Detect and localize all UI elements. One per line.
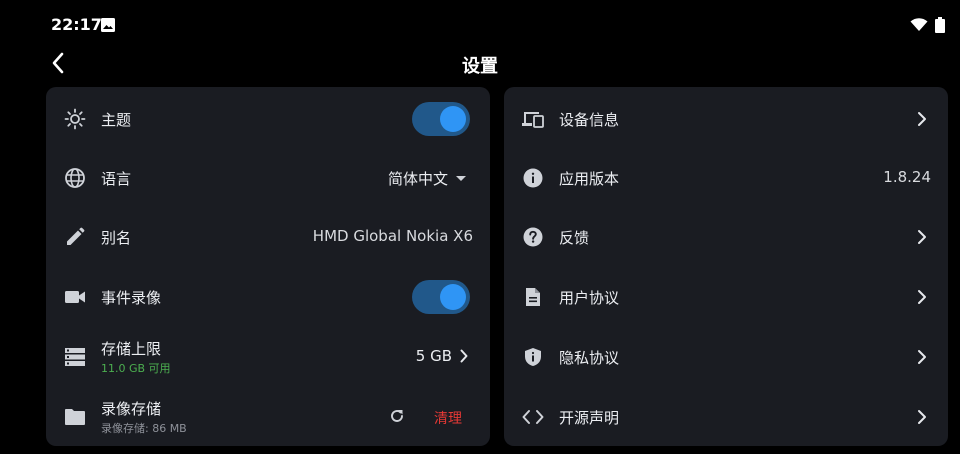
privacy-policy-row[interactable]: 隐私协议 <box>504 327 948 387</box>
chevron-right-icon <box>460 349 468 363</box>
language-dropdown[interactable]: 简体中文 <box>388 168 466 189</box>
refresh-icon <box>391 410 403 422</box>
alias-value: HMD Global Nokia X6 <box>312 227 473 245</box>
event-recording-toggle[interactable] <box>412 280 470 314</box>
refresh-button[interactable] <box>387 406 407 426</box>
device-info-row[interactable]: 设备信息 <box>504 89 948 149</box>
app-version-value: 1.8.24 <box>883 168 931 186</box>
alias-row[interactable]: 别名 HMD Global Nokia X6 <box>46 207 490 267</box>
help-icon <box>521 225 545 249</box>
folder-icon <box>63 405 87 429</box>
document-icon <box>521 285 545 309</box>
language-value: 简体中文 <box>387 170 448 188</box>
storage-available-text: 11.0 GB 可用 <box>101 362 171 375</box>
app-version-row: 应用版本 1.8.24 <box>504 148 948 208</box>
language-row: 语言 简体中文 <box>46 148 490 208</box>
theme-label: 主题 <box>101 111 132 129</box>
chevron-right-icon <box>918 290 926 304</box>
globe-icon <box>63 166 87 190</box>
wifi-icon <box>910 18 928 31</box>
clear-button[interactable]: 清理 <box>434 408 462 428</box>
chevron-right-icon <box>918 230 926 244</box>
storage-limit-selector[interactable]: 5 GB <box>416 347 468 365</box>
page-title: 设置 <box>462 56 498 77</box>
recording-storage-row: 录像存储 录像存储: 86 MB 清理 <box>46 387 490 447</box>
video-camera-icon <box>63 285 87 309</box>
storage-limit-value: 5 GB <box>415 347 452 365</box>
image-icon <box>101 18 115 32</box>
status-time: 22:17 <box>51 15 102 34</box>
alias-label: 别名 <box>101 229 132 247</box>
pencil-icon <box>63 225 87 249</box>
storage-limit-label: 存储上限 <box>101 340 162 358</box>
user-agreement-label: 用户协议 <box>559 289 620 307</box>
chevron-right-icon <box>918 410 926 424</box>
theme-toggle[interactable] <box>412 102 470 136</box>
code-icon <box>521 405 545 429</box>
feedback-label: 反馈 <box>559 229 590 247</box>
shield-icon <box>521 345 545 369</box>
feedback-row[interactable]: 反馈 <box>504 207 948 267</box>
settings-card-right: 设备信息 应用版本 1.8.24 反馈 用户协议 隐私协议 开源声明 <box>504 87 948 446</box>
privacy-policy-label: 隐私协议 <box>559 349 620 367</box>
chevron-right-icon <box>918 350 926 364</box>
recording-storage-size: 录像存储: 86 MB <box>101 422 187 435</box>
theme-row: 主题 <box>46 89 490 149</box>
device-info-label: 设备信息 <box>559 111 620 129</box>
devices-icon <box>521 107 545 131</box>
status-bar: 22:17 <box>0 0 960 50</box>
chevron-right-icon <box>918 112 926 126</box>
event-recording-label: 事件录像 <box>101 289 162 307</box>
toggle-knob <box>440 106 466 132</box>
language-label: 语言 <box>101 170 132 188</box>
open-source-row[interactable]: 开源声明 <box>504 387 948 447</box>
settings-card-left: 主题 语言 简体中文 别名 HMD Global Nokia X6 事件录像 存… <box>46 87 490 446</box>
recording-storage-label: 录像存储 <box>101 400 162 418</box>
brightness-icon <box>63 107 87 131</box>
battery-icon <box>935 17 945 33</box>
storage-icon <box>63 345 87 369</box>
open-source-label: 开源声明 <box>559 409 620 427</box>
storage-limit-row[interactable]: 存储上限 11.0 GB 可用 5 GB <box>46 327 490 387</box>
user-agreement-row[interactable]: 用户协议 <box>504 267 948 327</box>
toggle-knob <box>440 284 466 310</box>
event-recording-row: 事件录像 <box>46 267 490 327</box>
info-icon <box>521 166 545 190</box>
dropdown-caret-icon <box>456 176 466 181</box>
app-version-label: 应用版本 <box>559 170 620 188</box>
